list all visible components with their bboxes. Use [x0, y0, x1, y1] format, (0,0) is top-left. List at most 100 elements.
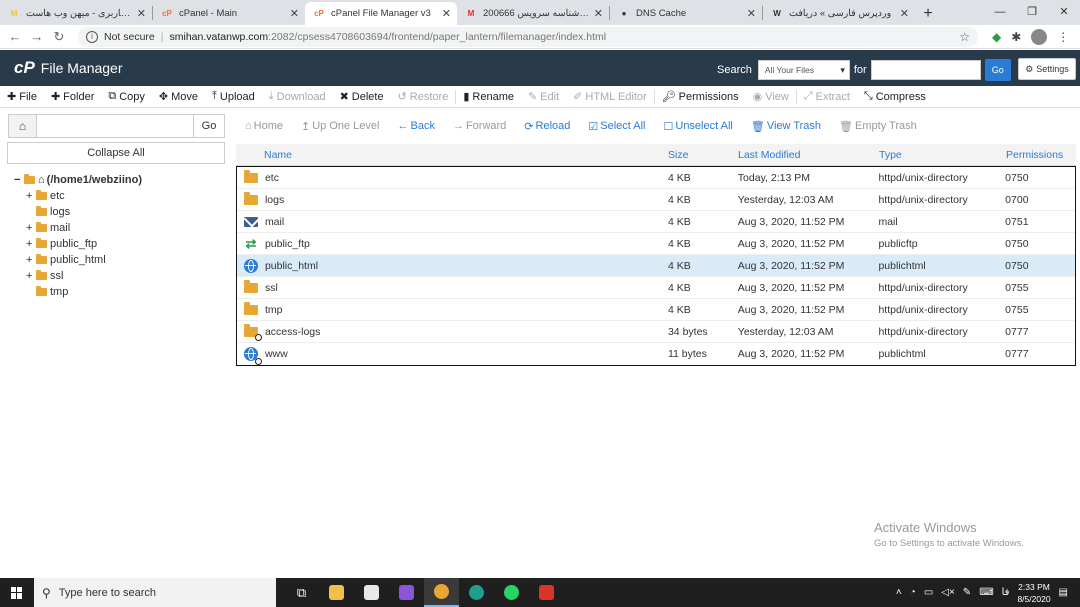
task-view-icon[interactable]: ⧉: [284, 578, 319, 607]
new-tab-button[interactable]: +: [915, 2, 941, 25]
new-folder-button[interactable]: ✚ Folder: [44, 90, 101, 104]
file-name[interactable]: public_ftp: [265, 238, 668, 250]
file-name[interactable]: etc: [265, 172, 668, 184]
table-row[interactable]: tmp 4 KB Aug 3, 2020, 11:52 PM httpd/unix-d…: [237, 299, 1075, 321]
browser-tab[interactable]: ● DNS Cache ✕: [610, 2, 762, 25]
tree-item[interactable]: tmp: [26, 284, 142, 300]
close-icon[interactable]: ✕: [137, 7, 146, 20]
file-explorer-icon[interactable]: [319, 578, 354, 607]
compress-button[interactable]: ⤡ Compress: [857, 90, 933, 103]
menu-dots-icon[interactable]: ⋮: [1057, 30, 1069, 44]
keyboard-icon[interactable]: ⌨: [979, 587, 993, 598]
back-button[interactable]: ← Back: [388, 120, 443, 132]
language-indicator[interactable]: فا: [1002, 587, 1010, 598]
extension-icon[interactable]: ◆: [992, 30, 1001, 44]
path-input[interactable]: [37, 115, 194, 137]
taskbar-search[interactable]: ⚲ Type here to search: [34, 578, 276, 607]
file-name[interactable]: mail: [265, 216, 668, 228]
expand-plus-icon[interactable]: +: [26, 222, 36, 234]
puzzle-icon[interactable]: ✱: [1011, 30, 1021, 44]
search-scope-select[interactable]: All Your Files: [757, 60, 850, 80]
file-name[interactable]: www: [265, 348, 668, 360]
close-icon[interactable]: ✕: [747, 7, 756, 20]
edge-icon[interactable]: [459, 578, 494, 607]
column-name[interactable]: Name: [264, 149, 668, 161]
close-icon[interactable]: ✕: [1048, 0, 1080, 25]
acrobat-icon[interactable]: [529, 578, 564, 607]
battery-icon[interactable]: ▭: [924, 587, 933, 598]
close-icon[interactable]: ✕: [900, 7, 909, 20]
table-row[interactable]: public_html 4 KB Aug 3, 2020, 11:52 PM publ…: [237, 255, 1075, 277]
notification-icon[interactable]: ▤: [1059, 587, 1068, 598]
close-icon[interactable]: ✕: [442, 7, 451, 20]
collapse-all-button[interactable]: Collapse All: [7, 142, 225, 164]
info-icon[interactable]: i: [86, 30, 98, 43]
expand-plus-icon[interactable]: +: [26, 254, 36, 266]
home-button[interactable]: ⌂ Home: [236, 120, 292, 132]
close-icon[interactable]: ✕: [290, 7, 299, 20]
permissions-button[interactable]: 🔑︎ Permissions: [655, 90, 746, 104]
table-row[interactable]: etc 4 KB Today, 2:13 PM httpd/unix-director…: [237, 167, 1075, 189]
chrome-icon[interactable]: [424, 578, 459, 607]
tree-item[interactable]: + mail: [26, 220, 142, 236]
visual-studio-icon[interactable]: [389, 578, 424, 607]
collapse-minus-icon[interactable]: −: [14, 174, 24, 186]
table-row[interactable]: access-logs 34 bytes Yesterday, 12:03 AM ht…: [237, 321, 1075, 343]
reload-icon[interactable]: ↻: [48, 29, 70, 45]
browser-tab[interactable]: M 200666 شناسه سرویس ino.ir... ✕: [457, 2, 609, 25]
expand-plus-icon[interactable]: +: [26, 190, 36, 202]
restore-button[interactable]: ↺ Restore: [391, 90, 456, 104]
browser-tab[interactable]: cP cPanel - Main ✕: [153, 2, 305, 25]
download-button[interactable]: ⤓ Download: [262, 90, 333, 103]
empty-trash-button[interactable]: 🗑︎ Empty Trash: [830, 120, 926, 133]
unselect-all-button[interactable]: ☐ Unselect All: [655, 120, 742, 133]
whatsapp-icon[interactable]: [494, 578, 529, 607]
table-row[interactable]: logs 4 KB Yesterday, 12:03 AM httpd/unix-di…: [237, 189, 1075, 211]
edit-button[interactable]: ✎ Edit: [521, 90, 566, 104]
browser-tab[interactable]: cP cPanel File Manager v3 ✕: [305, 2, 457, 25]
back-arrow-icon[interactable]: ←: [4, 29, 26, 44]
table-row[interactable]: ⇄ public_ftp 4 KB Aug 3, 2020, 11:52 PM publ…: [237, 233, 1075, 255]
store-icon[interactable]: [354, 578, 389, 607]
forward-button[interactable]: → Forward: [444, 120, 515, 132]
start-button[interactable]: [0, 578, 34, 607]
bookmark-star-icon[interactable]: ☆: [959, 30, 970, 44]
new-file-button[interactable]: ✚ File: [0, 90, 44, 104]
reload-button[interactable]: ⟳ Reload: [515, 120, 579, 133]
move-button[interactable]: ✥ Move: [152, 90, 205, 104]
table-row[interactable]: ssl 4 KB Aug 3, 2020, 11:52 PM httpd/unix-d…: [237, 277, 1075, 299]
column-last-modified[interactable]: Last Modified: [738, 149, 879, 161]
column-type[interactable]: Type: [879, 149, 1006, 161]
expand-plus-icon[interactable]: +: [26, 238, 36, 250]
go-button[interactable]: Go: [194, 115, 224, 137]
minimize-icon[interactable]: —: [984, 0, 1016, 25]
view-trash-button[interactable]: 🗑︎ View Trash: [742, 120, 830, 133]
upload-button[interactable]: ⤒ Upload: [205, 90, 262, 103]
network-icon[interactable]: ◔: [910, 587, 916, 598]
extract-button[interactable]: ⤢ Extract: [797, 90, 857, 103]
delete-button[interactable]: ✖ Delete: [333, 90, 391, 104]
up-one-level-button[interactable]: ↥ Up One Level: [292, 120, 388, 133]
column-size[interactable]: Size: [668, 149, 738, 161]
table-row[interactable]: www 11 bytes Aug 3, 2020, 11:52 PM publicht…: [237, 343, 1075, 365]
home-icon[interactable]: ⌂: [9, 115, 37, 137]
browser-tab[interactable]: M ناحیه کاربری - میهن وب هاست ✕: [0, 2, 152, 25]
chevron-up-icon[interactable]: ˄: [896, 587, 902, 598]
forward-arrow-icon[interactable]: →: [26, 29, 48, 44]
pen-icon[interactable]: ✎: [963, 587, 971, 598]
rename-button[interactable]: ▮ Rename: [456, 90, 521, 104]
file-name[interactable]: public_html: [265, 260, 668, 272]
close-icon[interactable]: ✕: [594, 7, 603, 20]
address-bar[interactable]: i Not secure | smihan.vatanwp.com :2082/…: [78, 26, 978, 47]
search-input[interactable]: [870, 60, 981, 80]
settings-button[interactable]: ⚙ Settings: [1018, 58, 1076, 80]
column-permissions[interactable]: Permissions: [1006, 149, 1076, 161]
volume-icon[interactable]: ◁×: [941, 587, 955, 598]
table-row[interactable]: mail 4 KB Aug 3, 2020, 11:52 PM mail 0751: [237, 211, 1075, 233]
select-all-button[interactable]: ☑ Select All: [579, 120, 654, 133]
file-name[interactable]: ssl: [265, 282, 668, 294]
copy-button[interactable]: ⧉ Copy: [101, 90, 152, 103]
file-name[interactable]: tmp: [265, 304, 668, 316]
maximize-icon[interactable]: ❐: [1016, 0, 1048, 25]
view-button[interactable]: ◉ View: [746, 90, 796, 104]
